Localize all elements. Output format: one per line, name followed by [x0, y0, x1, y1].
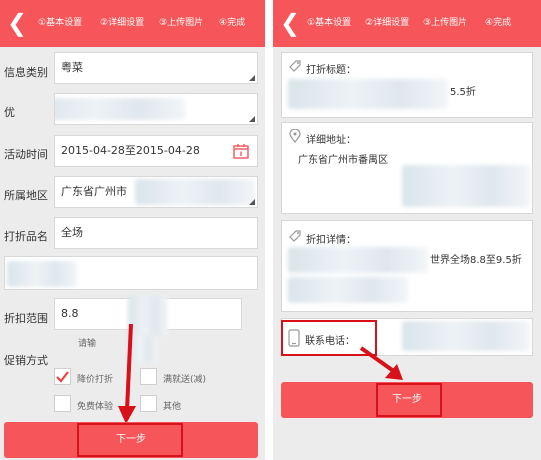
product-name-value: 全场	[61, 226, 83, 239]
blurred-select[interactable]	[54, 93, 258, 125]
blur-mask	[288, 247, 428, 273]
back-chevron-icon[interactable]: ❮	[4, 9, 30, 37]
phone-icon	[288, 329, 300, 347]
address-card[interactable]: 详细地址： 广东省广州市番禺区	[281, 122, 533, 214]
back-chevron-icon[interactable]: ❮	[277, 9, 303, 37]
area-select[interactable]: 广东省广州市	[54, 176, 258, 208]
tag-icon	[289, 230, 301, 242]
dropdown-corner-icon	[249, 116, 255, 122]
discount-range-hint: 请输	[78, 339, 97, 349]
area-value: 广东省广州市	[61, 185, 127, 198]
annotation-arrow	[359, 346, 403, 380]
blur-mask	[402, 321, 530, 351]
blur-mask	[288, 79, 448, 109]
blurred-field-label: 优	[4, 106, 15, 119]
activity-time-value: 2015-04-28至2015-04-28	[61, 144, 200, 157]
activity-time-label: 活动时间	[4, 148, 48, 161]
discount-detail-card[interactable]: 折扣详情： 世界全场8.8至9.5折	[281, 220, 533, 312]
option-price-discount-checkbox[interactable]	[54, 368, 71, 385]
discount-title-label: 打折标题：	[306, 65, 356, 76]
option-price-discount-label: 降价打折	[77, 375, 114, 385]
option-spend-get-label: 满就送(减)	[163, 375, 207, 385]
info-type-label: 信息类别	[4, 66, 48, 79]
blur-mask	[402, 165, 530, 207]
option-free-trial-label: 免费体验	[77, 402, 114, 412]
calendar-icon[interactable]	[233, 143, 249, 159]
highlight-box	[77, 423, 183, 457]
step-basic-settings[interactable]: ①基本设置	[307, 17, 351, 29]
detailed-settings-screen: ❮ ①基本设置 ②详细设置 ③上传图片 ④完成 打折标题： 5.5折 详细地址：…	[273, 0, 541, 460]
info-type-select[interactable]: 粤菜	[54, 52, 258, 84]
option-other-label: 其他	[163, 402, 182, 412]
address-value: 广东省广州市番禺区	[298, 155, 388, 166]
blur-mask	[288, 277, 408, 303]
step-upload-images[interactable]: ③上传图片	[423, 17, 467, 29]
blur-mask	[135, 179, 255, 205]
discount-title-value: 5.5折	[450, 87, 476, 98]
step-upload-images[interactable]: ③上传图片	[159, 17, 203, 29]
info-type-value: 粤菜	[61, 61, 83, 74]
step-complete[interactable]: ④完成	[485, 17, 511, 29]
annotation-arrow	[118, 323, 136, 424]
option-spend-get-checkbox[interactable]	[140, 368, 157, 385]
location-pin-icon	[289, 129, 301, 143]
step-basic-settings[interactable]: ①基本设置	[38, 17, 82, 29]
promo-method-label: 促销方式	[4, 354, 48, 367]
option-other-checkbox[interactable]	[140, 395, 157, 412]
discount-range-label: 折扣范围	[4, 312, 48, 325]
blurred-textarea[interactable]	[4, 256, 258, 290]
top-step-bar: ❮ ①基本设置 ②详细设置 ③上传图片 ④完成	[273, 0, 541, 47]
top-step-bar: ❮ ①基本设置 ②详细设置 ③上传图片 ④完成	[0, 0, 265, 47]
highlight-box	[376, 383, 442, 417]
discount-range-max-input[interactable]	[158, 298, 242, 330]
discount-range-min-value: 8.8	[61, 307, 79, 320]
step-detailed-settings[interactable]: ②详细设置	[100, 17, 144, 29]
contact-phone-label: 联系电话：	[305, 336, 355, 347]
product-name-input[interactable]: 全场	[54, 217, 258, 249]
step-complete[interactable]: ④完成	[219, 17, 245, 29]
product-name-label: 打折品名	[4, 230, 48, 243]
checkmark-icon	[56, 371, 69, 383]
tag-icon	[289, 60, 301, 72]
area-label: 所属地区	[4, 189, 48, 202]
activity-time-field[interactable]: 2015-04-28至2015-04-28	[54, 135, 258, 167]
option-free-trial-checkbox[interactable]	[54, 395, 71, 412]
discount-detail-value: 世界全场8.8至9.5折	[430, 255, 522, 266]
basic-settings-screen: ❮ ①基本设置 ②详细设置 ③上传图片 ④完成 信息类别 粤菜 优 活动时间 2…	[0, 0, 265, 460]
dropdown-corner-icon	[249, 199, 255, 205]
blur-mask	[7, 261, 77, 287]
dropdown-corner-icon	[249, 75, 255, 81]
discount-title-card[interactable]: 打折标题： 5.5折	[281, 52, 533, 118]
step-detailed-settings[interactable]: ②详细设置	[365, 17, 409, 29]
address-label: 详细地址：	[306, 135, 356, 146]
blur-mask	[55, 98, 185, 120]
discount-detail-label: 折扣详情：	[306, 235, 356, 246]
